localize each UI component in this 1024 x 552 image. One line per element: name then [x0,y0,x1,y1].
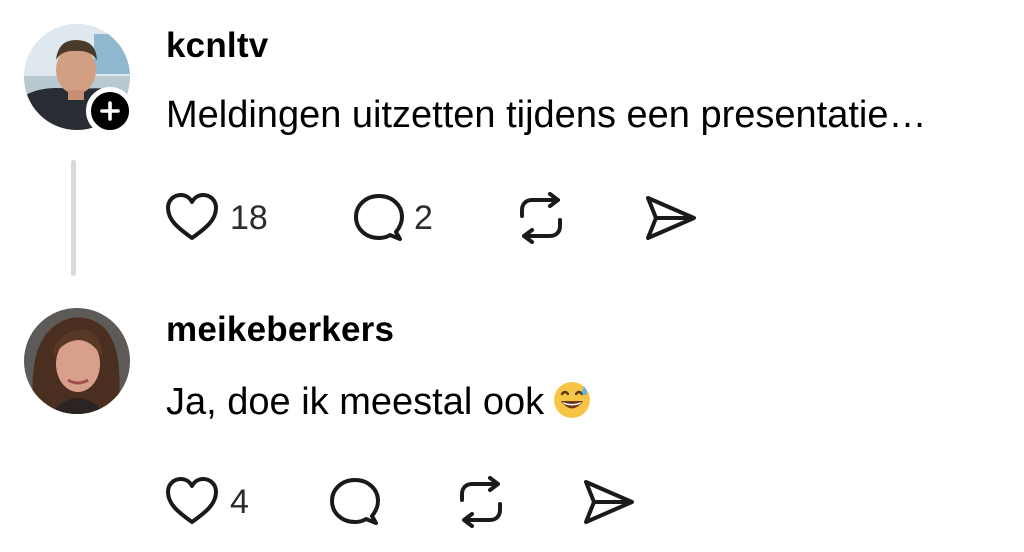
post-text: Meldingen uitzetten tijdens een presenta… [166,94,927,136]
repost-arrows-icon [460,476,502,528]
sweat-smile-icon [554,382,591,418]
like-button[interactable]: 18 [164,192,268,244]
username[interactable]: meikeberkers [166,310,394,350]
action-bar: 4 [164,476,664,528]
share-button[interactable] [582,476,636,528]
reply-button[interactable]: 2 [354,192,433,244]
repost-arrows-icon [520,192,562,244]
thread-line [71,160,76,276]
repost-button[interactable] [514,192,568,244]
sweat-smile-emoji [552,380,592,430]
profile-photo [24,308,130,414]
send-icon [646,196,696,240]
comment-bubble-icon [354,194,404,241]
follow-button[interactable] [86,87,134,135]
username[interactable]: kcnltv [166,26,268,66]
repost-button[interactable] [454,476,508,528]
plus-icon [100,101,120,121]
reply-button[interactable] [330,476,380,528]
avatar[interactable] [24,308,130,414]
send-icon [584,480,634,524]
heart-icon [166,477,218,524]
post-text: Ja, doe ik meestal ook [166,380,592,430]
heart-icon [166,193,218,240]
comment-bubble-icon [330,478,380,525]
share-button[interactable] [644,192,698,244]
reply-count: 2 [414,198,433,237]
thread-post: kcnltv Meldingen uitzetten tijdens een p… [0,0,1024,290]
thread-post: meikeberkers Ja, doe ik meestal ook 4 [0,290,1024,552]
post-text-content: Ja, doe ik meestal ook [166,381,545,423]
like-count: 18 [230,198,268,237]
action-bar: 18 2 [164,192,724,244]
like-button[interactable]: 4 [164,476,249,528]
like-count: 4 [230,482,249,521]
